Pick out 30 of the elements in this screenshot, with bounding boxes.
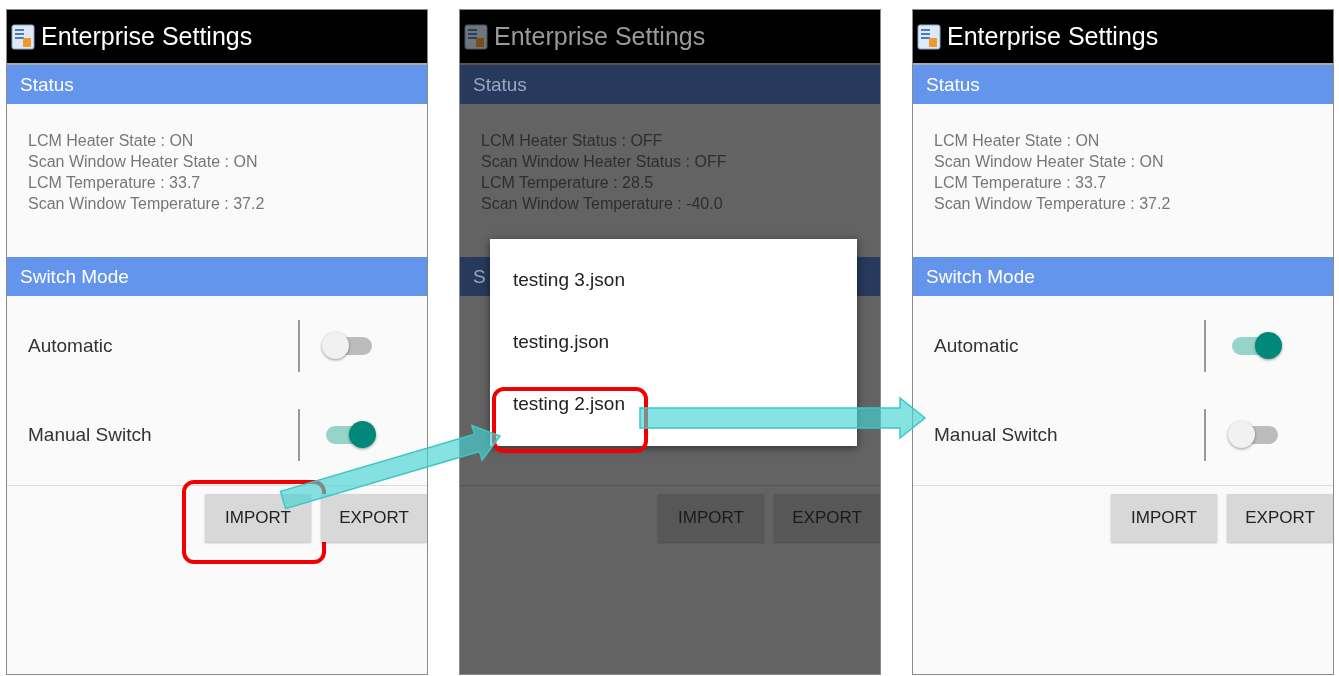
status-text: LCM Temperature : 33.7 (934, 173, 1108, 193)
section-header: Status (460, 65, 880, 104)
app-title: Enterprise Settings (494, 22, 706, 51)
switch-label: Manual Switch (934, 423, 1059, 446)
action-button[interactable]: IMPORT (205, 494, 311, 542)
status-text: Scan Window Heater State : ON (934, 152, 1165, 172)
section-header: Status (913, 65, 1333, 104)
app-title: Enterprise Settings (947, 22, 1159, 51)
status-text: LCM Heater State : ON (28, 131, 195, 151)
switch-label: Automatic (934, 334, 1020, 357)
switch-label: Manual Switch (28, 423, 153, 446)
section-header: Switch Mode (7, 257, 427, 296)
status-text: Scan Window Heater State : ON (28, 152, 259, 172)
action-button[interactable]: IMPORT (1111, 494, 1217, 542)
file-item[interactable]: testing.json (513, 331, 610, 353)
app-title: Enterprise Settings (41, 22, 253, 51)
switch-label: Automatic (28, 334, 114, 357)
status-text: Scan Window Temperature : 37.2 (28, 194, 266, 214)
action-button[interactable]: EXPORT (321, 494, 427, 542)
app-icon (11, 23, 35, 50)
app-icon (917, 23, 941, 50)
section-header: Status (7, 65, 427, 104)
status-text: Scan Window Temperature : 37.2 (934, 194, 1172, 214)
file-item[interactable]: testing 3.json (513, 269, 625, 291)
app-icon (464, 23, 488, 50)
file-item[interactable]: testing 2.json (513, 393, 625, 415)
section-header: Switch Mode (913, 257, 1333, 296)
action-button[interactable]: EXPORT (1227, 494, 1333, 542)
status-text: LCM Temperature : 33.7 (28, 173, 202, 193)
status-text: LCM Heater State : ON (934, 131, 1101, 151)
